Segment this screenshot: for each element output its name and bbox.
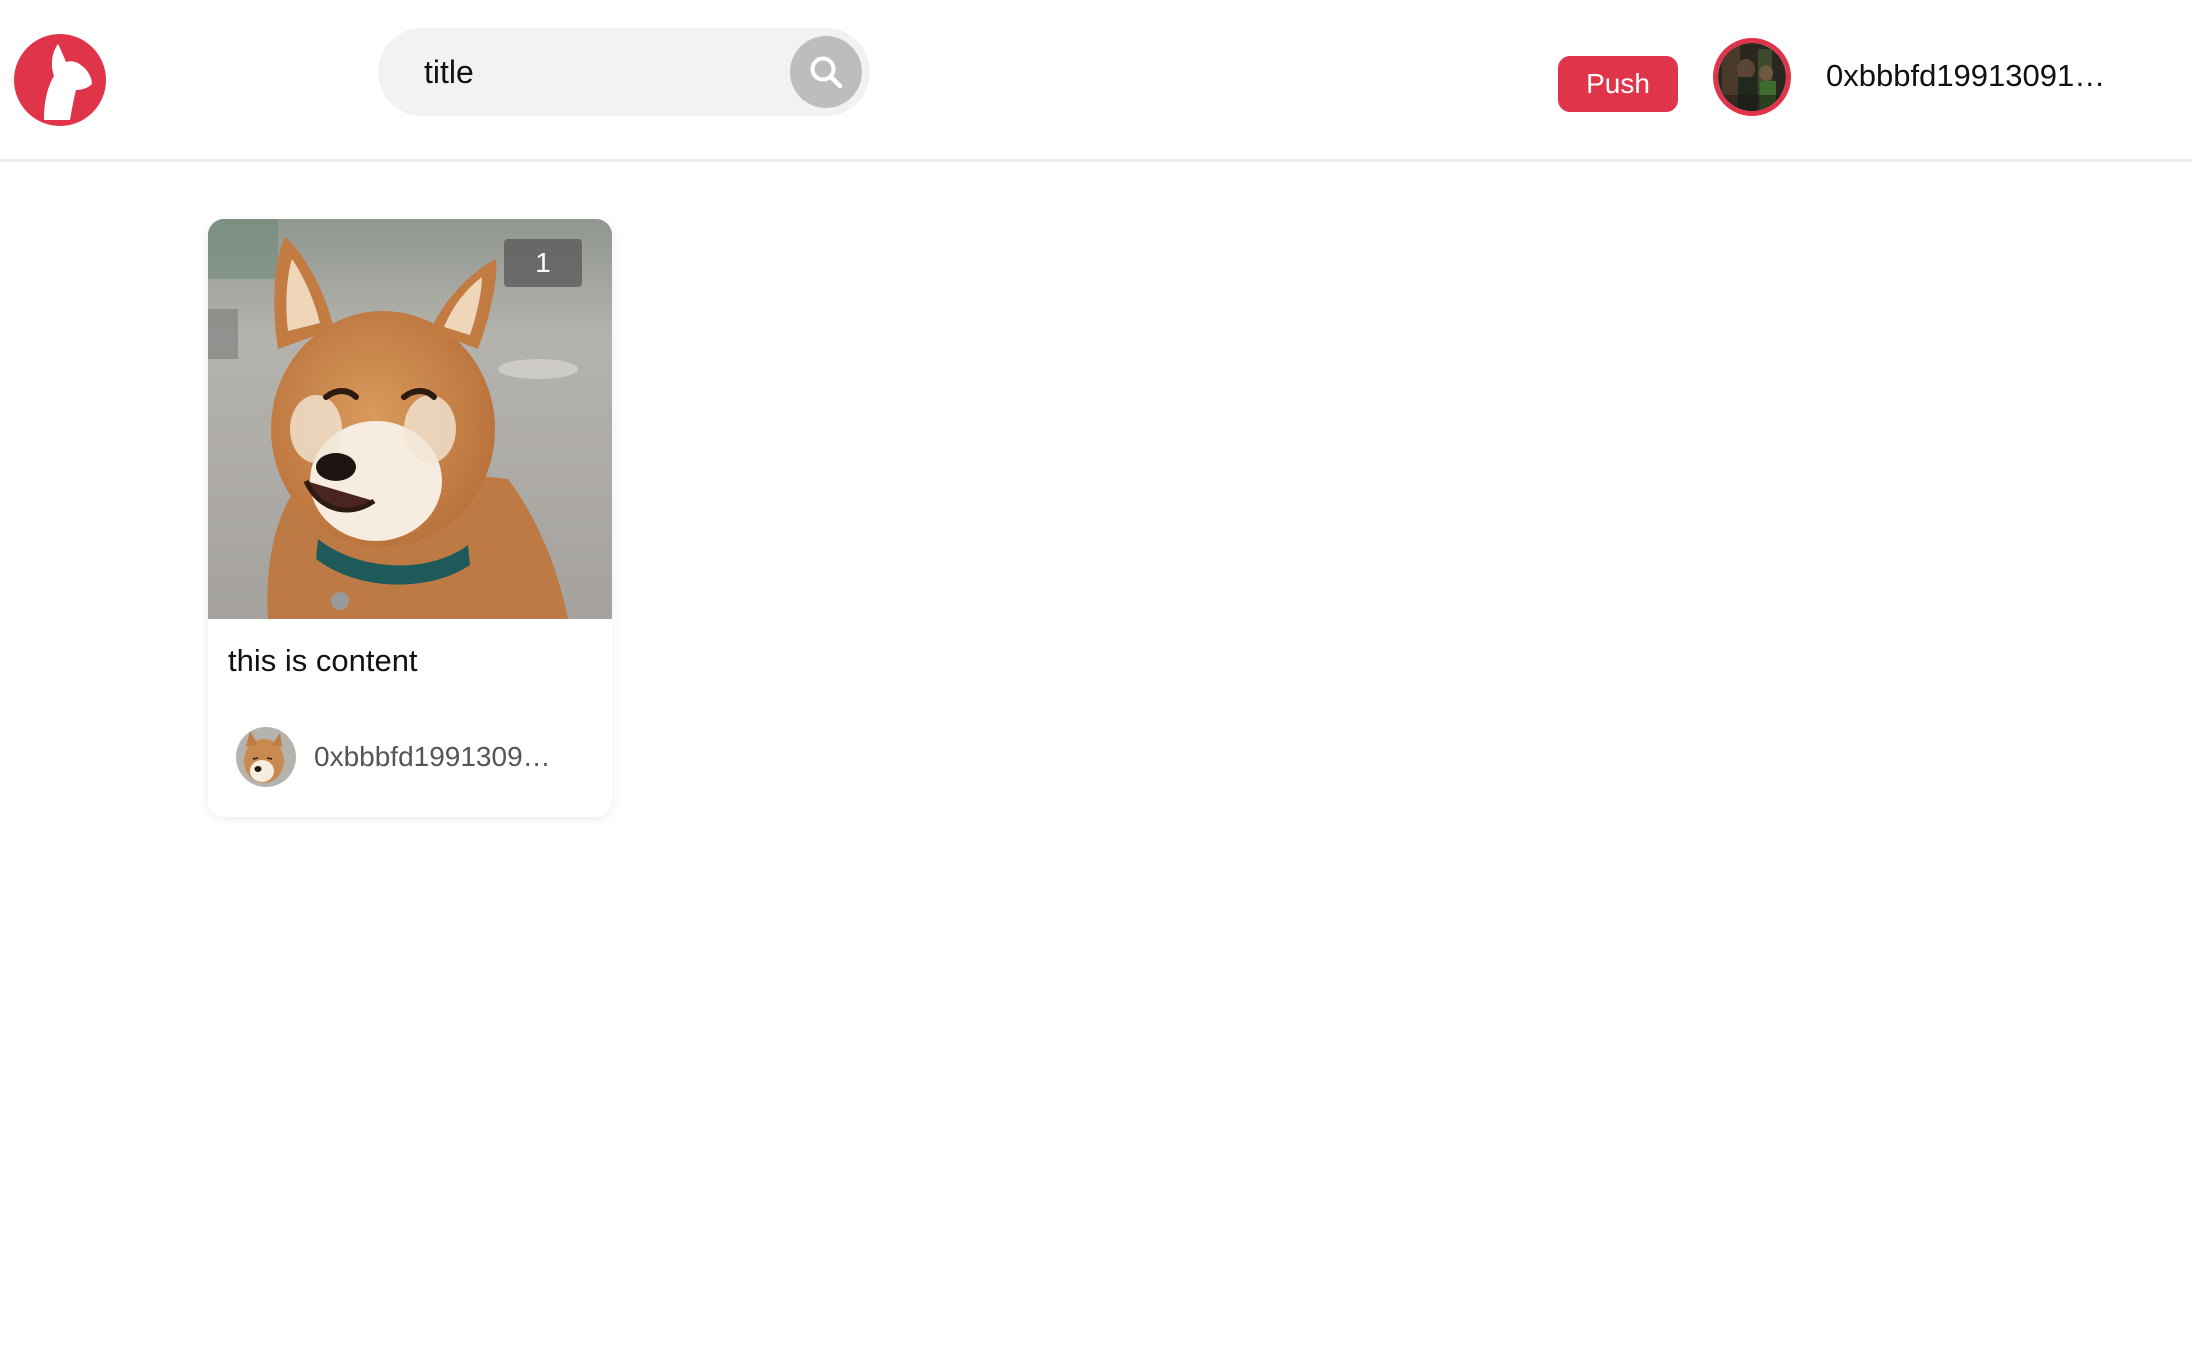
user-name[interactable]: 0xbbbfd19913091… bbox=[1826, 56, 2126, 96]
search-bar bbox=[378, 28, 870, 116]
image-count-badge: 1 bbox=[504, 239, 582, 287]
post-content: this is content bbox=[228, 643, 418, 678]
dog-logo-icon[interactable] bbox=[14, 34, 106, 126]
user-avatar[interactable] bbox=[1713, 38, 1791, 116]
search-button[interactable] bbox=[790, 36, 862, 108]
search-input[interactable] bbox=[424, 28, 754, 116]
push-button[interactable]: Push bbox=[1558, 56, 1678, 112]
author-name[interactable]: 0xbbbfd1991309… bbox=[314, 738, 594, 776]
search-icon bbox=[807, 53, 845, 91]
post-image: 1 bbox=[208, 219, 612, 619]
author-avatar[interactable] bbox=[236, 727, 296, 787]
post-card[interactable]: 1 this is content 0xbbbfd1991309… bbox=[208, 219, 612, 817]
top-header: Push 0xbbbfd19913091… bbox=[0, 0, 2192, 162]
